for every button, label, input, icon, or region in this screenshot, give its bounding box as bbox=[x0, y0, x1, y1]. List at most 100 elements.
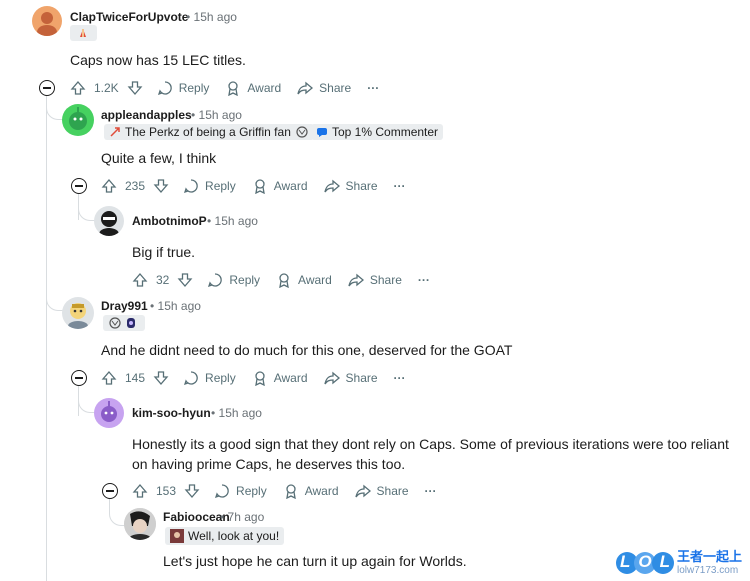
award-label: Award bbox=[304, 484, 339, 498]
avatar[interactable] bbox=[124, 508, 156, 540]
avatar[interactable] bbox=[32, 6, 62, 36]
reply-label: Reply bbox=[236, 484, 267, 498]
lol-logo-text: LOL bbox=[620, 552, 678, 571]
upvote-icon[interactable] bbox=[132, 483, 148, 499]
avatar[interactable] bbox=[62, 104, 94, 136]
commenter-badge-icon bbox=[317, 128, 327, 137]
reply-label: Reply bbox=[178, 81, 210, 95]
username[interactable]: kim-soo-hyun bbox=[132, 406, 211, 420]
thread-line-root bbox=[46, 95, 47, 581]
upvote-icon[interactable] bbox=[101, 370, 117, 386]
award-label: Award bbox=[273, 371, 308, 385]
upvote-icon[interactable] bbox=[101, 178, 117, 194]
upvote-icon[interactable] bbox=[132, 272, 148, 288]
timestamp-text: 15h ago bbox=[157, 299, 201, 313]
award-icon bbox=[279, 273, 289, 288]
comment-body: Quite a few, I think bbox=[101, 150, 217, 166]
collapse-button[interactable] bbox=[71, 370, 87, 386]
more-options-button[interactable]: ··· bbox=[418, 273, 430, 287]
collapse-button[interactable] bbox=[102, 483, 118, 499]
comment-body: Let's just hope he can turn it up again … bbox=[163, 553, 467, 569]
share-label: Share bbox=[319, 81, 352, 95]
award-button[interactable]: Award bbox=[283, 483, 339, 499]
award-button[interactable]: Award bbox=[276, 272, 332, 288]
downvote-icon[interactable] bbox=[153, 370, 169, 386]
award-label: Award bbox=[247, 81, 282, 95]
vote-count: 235 bbox=[125, 179, 146, 193]
timestamp: • 15h ago bbox=[186, 10, 237, 24]
share-button[interactable]: Share bbox=[297, 80, 351, 96]
more-options-button[interactable]: ··· bbox=[394, 179, 406, 193]
timestamp-text: 15h ago bbox=[198, 108, 242, 122]
award-label: Award bbox=[298, 273, 332, 287]
user-flair: The Perkz of being a Griffin fan bbox=[104, 124, 314, 140]
award-button[interactable]: Award bbox=[252, 370, 308, 386]
vote-count: 32 bbox=[156, 273, 170, 287]
username[interactable]: ClapTwiceForUpvote bbox=[70, 10, 188, 24]
reply-button[interactable]: Reply bbox=[214, 483, 267, 499]
award-label: Award bbox=[273, 179, 308, 193]
badge-text: Top 1% Commenter bbox=[332, 125, 439, 139]
comment-body: Caps now has 15 LEC titles. bbox=[70, 52, 246, 68]
collapse-button[interactable] bbox=[71, 178, 87, 194]
downvote-icon[interactable] bbox=[127, 80, 143, 96]
timestamp-text: 15h ago bbox=[214, 214, 258, 228]
more-options-button[interactable]: ··· bbox=[394, 371, 406, 385]
flair-icon bbox=[110, 127, 120, 137]
separator-dot: • bbox=[150, 299, 155, 313]
collapse-button[interactable] bbox=[39, 80, 55, 96]
award-button[interactable]: Award bbox=[252, 178, 308, 194]
separator-dot: • bbox=[220, 510, 225, 524]
thread-elbow bbox=[46, 290, 63, 311]
more-icon: ··· bbox=[393, 179, 406, 193]
timestamp-text: 15h ago bbox=[218, 406, 262, 420]
timestamp: • 7h ago bbox=[220, 510, 264, 524]
action-bar: 32 Reply Award Share ··· bbox=[132, 270, 446, 290]
award-icon bbox=[254, 371, 265, 386]
timestamp-text: 7h ago bbox=[227, 510, 265, 524]
reply-label: Reply bbox=[205, 371, 236, 385]
action-bar: 145 Reply Award Share ··· bbox=[101, 368, 422, 388]
share-button[interactable]: Share bbox=[354, 483, 409, 499]
avatar[interactable] bbox=[94, 398, 124, 428]
share-button[interactable]: Share bbox=[323, 178, 378, 194]
separator-dot: • bbox=[186, 10, 191, 24]
flair-text: The Perkz of being a Griffin fan bbox=[125, 125, 291, 139]
share-icon bbox=[354, 484, 371, 498]
award-button[interactable]: Award bbox=[225, 80, 281, 96]
more-options-button[interactable]: ··· bbox=[367, 81, 379, 95]
reply-button[interactable]: Reply bbox=[157, 80, 210, 96]
timestamp: • 15h ago bbox=[191, 108, 242, 122]
share-label: Share bbox=[345, 371, 378, 385]
vote-count: 1.2K bbox=[94, 81, 119, 95]
downvote-icon[interactable] bbox=[153, 178, 169, 194]
separator-dot: • bbox=[191, 108, 196, 122]
vote-count: 153 bbox=[156, 484, 177, 498]
reply-icon bbox=[184, 371, 198, 386]
timestamp: • 15h ago bbox=[211, 406, 262, 420]
user-flair-icons bbox=[103, 315, 145, 331]
more-icon: ··· bbox=[393, 371, 406, 385]
username[interactable]: appleandapples bbox=[101, 108, 192, 122]
reply-button[interactable]: Reply bbox=[207, 272, 260, 288]
action-bar: 153 Reply Award Share ··· bbox=[132, 481, 453, 501]
username[interactable]: AmbotnimoP bbox=[132, 214, 207, 228]
vote-count: 145 bbox=[125, 371, 146, 385]
username[interactable]: Dray991 bbox=[101, 299, 148, 313]
reply-button[interactable]: Reply bbox=[183, 370, 236, 386]
downvote-icon[interactable] bbox=[184, 483, 200, 499]
avatar[interactable] bbox=[94, 206, 124, 236]
reply-button[interactable]: Reply bbox=[183, 178, 236, 194]
share-button[interactable]: Share bbox=[348, 272, 402, 288]
award-icon bbox=[228, 81, 239, 96]
reply-icon bbox=[208, 273, 223, 288]
action-bar: 235 Reply Award Share ··· bbox=[101, 176, 422, 196]
upvote-icon[interactable] bbox=[70, 80, 86, 96]
avatar[interactable] bbox=[62, 297, 94, 329]
share-icon bbox=[297, 81, 314, 95]
more-icon: ··· bbox=[424, 484, 437, 498]
flair-text: Well, look at you! bbox=[188, 529, 280, 543]
share-button[interactable]: Share bbox=[323, 370, 378, 386]
more-options-button[interactable]: ··· bbox=[425, 484, 437, 498]
downvote-icon[interactable] bbox=[177, 272, 193, 288]
